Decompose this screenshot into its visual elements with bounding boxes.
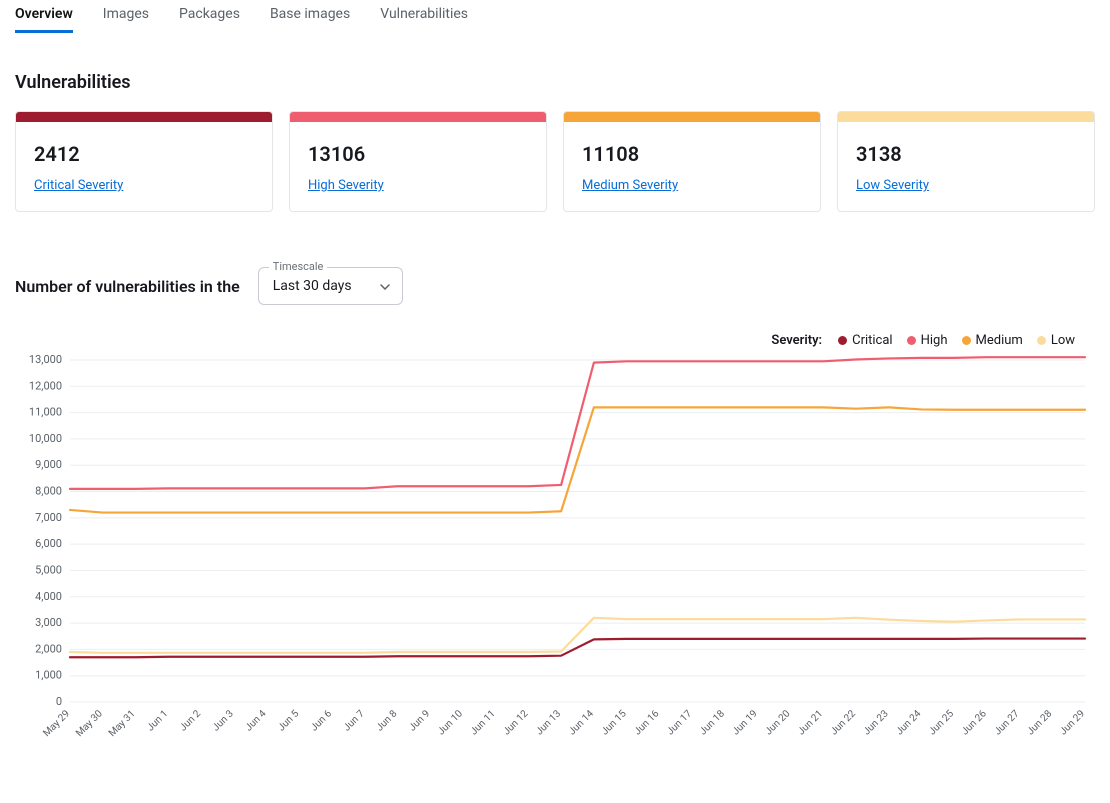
svg-text:Jun 28: Jun 28	[1025, 708, 1054, 737]
svg-text:11,000: 11,000	[29, 406, 62, 419]
legend-item-critical: Critical	[838, 333, 892, 348]
svg-text:Jun 29: Jun 29	[1058, 708, 1087, 737]
svg-text:Jun 23: Jun 23	[861, 708, 890, 737]
svg-text:Jun 12: Jun 12	[501, 708, 530, 737]
card-value: 11108	[582, 142, 802, 166]
card-link-high[interactable]: High Severity	[308, 178, 384, 193]
tab-packages[interactable]: Packages	[179, 0, 240, 30]
card-link-medium[interactable]: Medium Severity	[582, 178, 678, 193]
tab-base-images[interactable]: Base images	[270, 0, 350, 30]
svg-text:Jun 18: Jun 18	[698, 708, 727, 737]
card-bar	[16, 112, 272, 122]
svg-text:Jun 17: Jun 17	[665, 708, 694, 737]
legend-item-medium: Medium	[962, 333, 1023, 348]
timescale-select[interactable]: Timescale Last 30 days	[258, 267, 403, 305]
svg-text:13,000: 13,000	[29, 353, 62, 366]
legend-label: Low	[1051, 333, 1075, 348]
svg-text:May 29: May 29	[41, 708, 72, 739]
legend-dot	[907, 336, 916, 345]
legend-item-high: High	[907, 333, 948, 348]
svg-text:Jun 5: Jun 5	[276, 708, 301, 733]
card-bar	[564, 112, 820, 122]
legend-dot	[838, 336, 847, 345]
legend-label: Medium	[976, 333, 1023, 348]
svg-text:Jun 11: Jun 11	[469, 708, 498, 737]
svg-text:10,000: 10,000	[29, 432, 62, 445]
card-link-low[interactable]: Low Severity	[856, 178, 929, 193]
svg-text:Jun 3: Jun 3	[211, 708, 236, 733]
legend-label: High	[921, 333, 948, 348]
vulnerabilities-summary: Vulnerabilities 2412 Critical Severity 1…	[0, 34, 1110, 212]
svg-text:12,000: 12,000	[29, 379, 62, 392]
tab-overview[interactable]: Overview	[15, 0, 73, 33]
svg-text:3,000: 3,000	[35, 616, 62, 629]
svg-text:Jun 10: Jun 10	[436, 708, 465, 737]
section-title: Vulnerabilities	[15, 72, 1095, 93]
svg-text:6,000: 6,000	[35, 537, 62, 550]
svg-text:Jun 25: Jun 25	[927, 708, 956, 737]
svg-text:Jun 15: Jun 15	[600, 708, 629, 737]
tab-vulnerabilities[interactable]: Vulnerabilities	[380, 0, 468, 30]
legend-item-low: Low	[1037, 333, 1075, 348]
svg-text:Jun 2: Jun 2	[178, 708, 203, 733]
svg-text:Jun 14: Jun 14	[567, 708, 596, 737]
svg-text:Jun 26: Jun 26	[960, 708, 989, 737]
tab-images[interactable]: Images	[103, 0, 149, 30]
svg-text:0: 0	[56, 695, 62, 708]
svg-text:Jun 22: Jun 22	[829, 708, 858, 737]
card-value: 3138	[856, 142, 1076, 166]
chart: 0 1,000 2,000 3,000 4,000 5,000 6,000 7,000 8,00…	[15, 352, 1095, 772]
svg-text:Jun 6: Jun 6	[309, 708, 334, 733]
svg-text:5,000: 5,000	[35, 563, 62, 576]
card-value: 2412	[34, 142, 254, 166]
svg-text:2,000: 2,000	[35, 642, 62, 655]
card-link-critical[interactable]: Critical Severity	[34, 178, 123, 193]
svg-text:Jun 1: Jun 1	[145, 708, 170, 733]
svg-text:8,000: 8,000	[35, 485, 62, 498]
svg-text:Jun 7: Jun 7	[342, 708, 367, 733]
svg-text:Jun 4: Jun 4	[243, 708, 268, 733]
svg-text:Jun 21: Jun 21	[796, 708, 825, 737]
svg-text:Jun 27: Jun 27	[992, 708, 1021, 737]
card-bar	[290, 112, 546, 122]
legend-dot	[962, 336, 971, 345]
select-label: Timescale	[269, 260, 328, 273]
svg-text:Jun 20: Jun 20	[763, 708, 792, 737]
svg-text:1,000: 1,000	[35, 669, 62, 682]
legend-title: Severity:	[771, 333, 822, 348]
svg-text:Jun 13: Jun 13	[534, 708, 563, 737]
svg-text:4,000: 4,000	[35, 590, 62, 603]
card-value: 13106	[308, 142, 528, 166]
svg-text:Jun 16: Jun 16	[632, 708, 661, 737]
legend-label: Critical	[852, 333, 892, 348]
tabs: Overview Images Packages Base images Vul…	[0, 0, 1110, 34]
svg-text:Jun 24: Jun 24	[894, 708, 923, 737]
card-high: 13106 High Severity	[289, 111, 547, 212]
select-value: Last 30 days	[273, 278, 352, 294]
card-medium: 11108 Medium Severity	[563, 111, 821, 212]
svg-text:Jun 8: Jun 8	[374, 708, 399, 733]
severity-cards: 2412 Critical Severity 13106 High Severi…	[15, 111, 1095, 212]
chart-title: Number of vulnerabilities in the	[15, 277, 240, 296]
svg-text:7,000: 7,000	[35, 511, 62, 524]
card-low: 3138 Low Severity	[837, 111, 1095, 212]
legend-dot	[1037, 336, 1046, 345]
card-critical: 2412 Critical Severity	[15, 111, 273, 212]
svg-text:Jun 19: Jun 19	[731, 708, 760, 737]
chart-legend: Severity: Critical High Medium Low	[15, 305, 1095, 352]
card-bar	[838, 112, 1094, 122]
chevron-down-icon	[380, 278, 390, 294]
svg-text:9,000: 9,000	[35, 458, 62, 471]
chart-header: Number of vulnerabilities in the Timesca…	[15, 267, 1095, 305]
svg-text:May 31: May 31	[107, 708, 138, 739]
svg-text:Jun 9: Jun 9	[407, 708, 432, 733]
svg-text:May 30: May 30	[74, 708, 105, 739]
chart-section: Number of vulnerabilities in the Timesca…	[0, 212, 1110, 772]
